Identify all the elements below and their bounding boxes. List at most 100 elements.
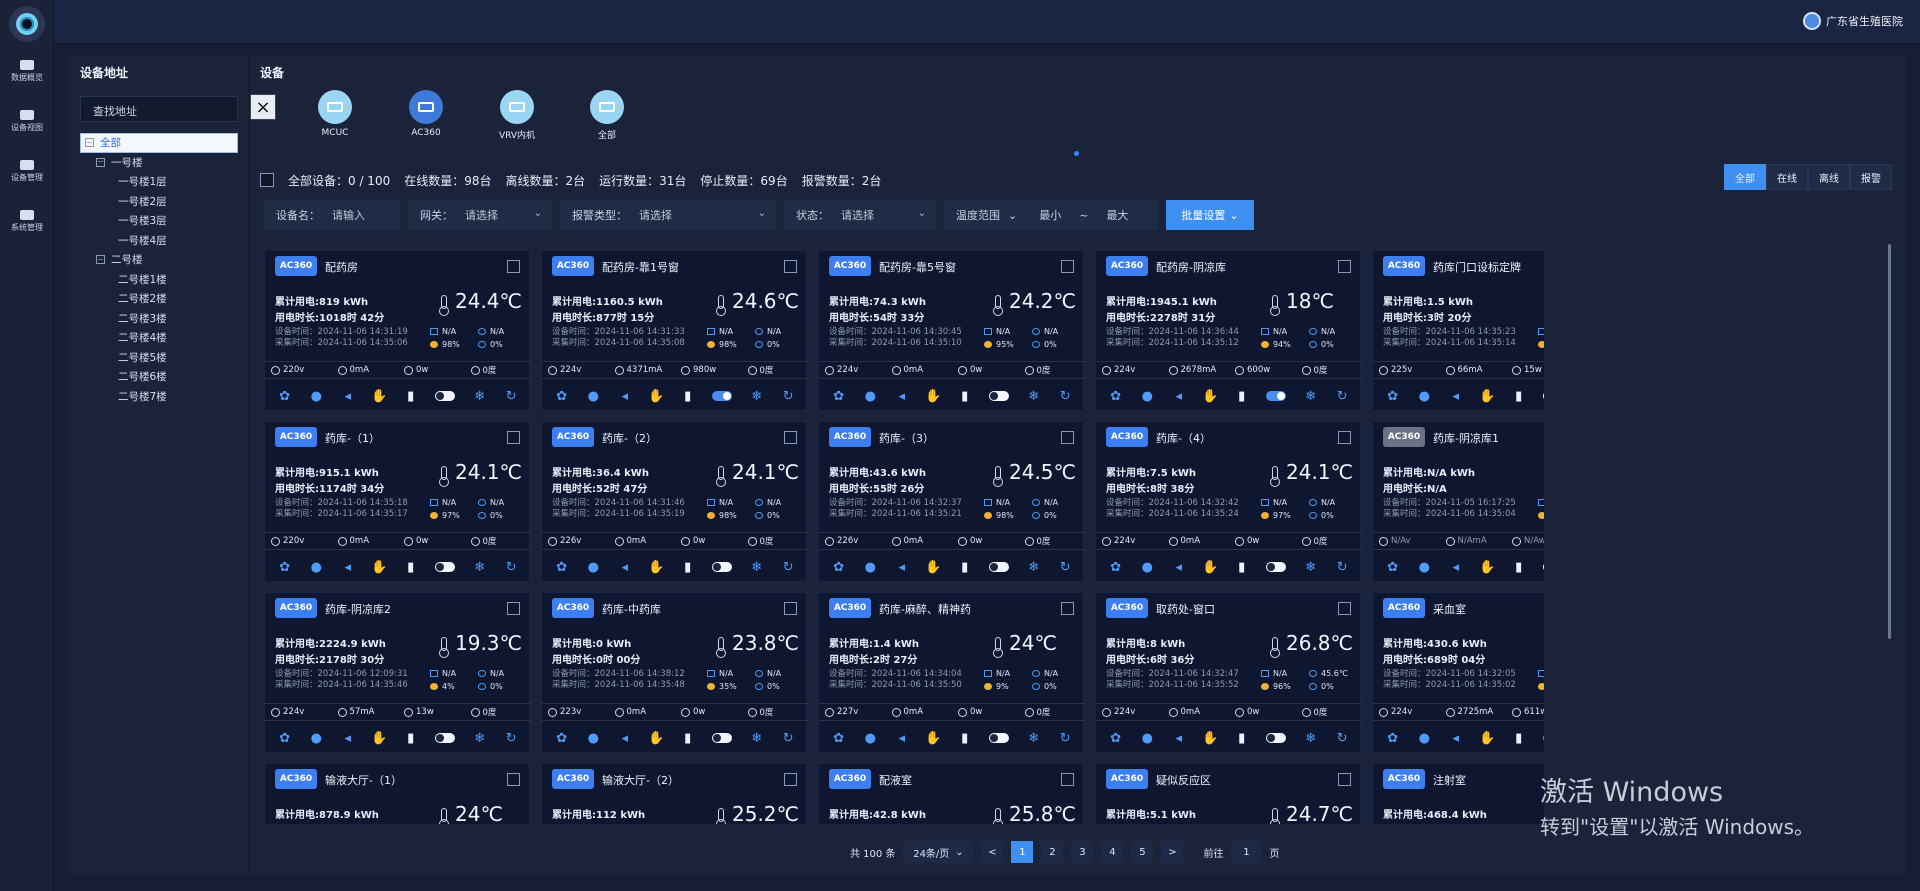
state-select[interactable]: 状态： 请选择 ⌄ [784,200,936,230]
power-toggle[interactable] [435,562,456,572]
nav-device-view[interactable]: 设备视图 [0,110,54,133]
page-3[interactable]: 3 [1071,841,1094,863]
person-icon[interactable]: ● [309,731,323,746]
fan-icon[interactable]: ✿ [278,560,292,575]
collapse-icon[interactable]: − [85,138,94,148]
batch-settings-button[interactable]: 批量设置 ⌄ [1166,200,1254,230]
address-search-input[interactable]: 查找地址 [80,96,238,122]
goto-page-input[interactable]: 1 [1231,841,1262,863]
snowflake-icon[interactable]: ❄ [750,560,764,575]
snowflake-icon[interactable]: ❄ [473,389,487,404]
refresh-icon[interactable]: ↻ [1058,731,1072,746]
battery-icon[interactable]: ▮ [404,731,418,746]
fan-icon[interactable]: ✿ [278,389,292,404]
device-card[interactable]: AC360 配药房-阴凉库 累计用电:1945.1 kWh 用电时长:2278时 31… [1095,250,1362,411]
fan-icon[interactable]: ✿ [555,389,569,404]
snowflake-icon[interactable]: ❄ [1304,731,1318,746]
temp-min-input[interactable]: 最小 [1039,207,1061,223]
fan-icon[interactable]: ✿ [1109,560,1123,575]
hand-icon[interactable]: ✋ [1202,389,1218,404]
fan-icon[interactable]: ✿ [832,389,846,404]
tree-node[interactable]: 一号楼3层 [80,211,238,231]
snowflake-icon[interactable]: ❄ [750,731,764,746]
fan-icon[interactable]: ✿ [555,560,569,575]
speaker-icon[interactable]: ◂ [618,389,632,404]
power-toggle[interactable] [712,391,733,401]
nav-system-manage[interactable]: 系统管理 [0,210,54,233]
tree-node[interactable]: 二号楼6楼 [80,367,238,387]
hand-icon[interactable]: ✋ [1479,389,1495,404]
refresh-icon[interactable]: ↻ [1335,731,1349,746]
tab-offline[interactable]: 离线 [1808,164,1850,190]
device-card[interactable]: AC360 药库-（1） 累计用电:915.1 kWh 用电时长:1174时 34分设… [264,421,531,582]
power-toggle[interactable] [1266,562,1287,572]
power-toggle[interactable] [435,733,456,743]
type-all[interactable]: 全部 [577,90,637,141]
speaker-icon[interactable]: ◂ [1172,731,1186,746]
hand-icon[interactable]: ✋ [925,389,941,404]
battery-icon[interactable]: ▮ [1512,389,1526,404]
fan-icon[interactable]: ✿ [1109,389,1123,404]
tree-node[interactable]: − 二号楼 [80,250,238,270]
speaker-icon[interactable]: ◂ [341,389,355,404]
tree-node[interactable]: 二号楼7楼 [80,387,238,407]
close-icon[interactable]: × [250,94,276,120]
gateway-select[interactable]: 网关： 请选择 ⌄ [408,200,552,230]
refresh-icon[interactable]: ↻ [781,731,795,746]
device-card[interactable]: AC360 药库-（3） 累计用电:43.6 kWh 用电时长:55时 26分 设备时间… [818,421,1085,582]
snowflake-icon[interactable]: ❄ [1304,560,1318,575]
hand-icon[interactable]: ✋ [925,560,941,575]
person-icon[interactable]: ● [863,731,877,746]
hand-icon[interactable]: ✋ [371,389,387,404]
speaker-icon[interactable]: ◂ [1172,560,1186,575]
device-card[interactable]: AC360 疑似反应区 累计用电:5.1 kWh 24.7℃ [1095,763,1361,824]
speaker-icon[interactable]: ◂ [1449,389,1463,404]
person-icon[interactable]: ● [1417,389,1431,404]
person-icon[interactable]: ● [863,560,877,575]
person-icon[interactable]: ● [586,389,600,404]
device-card[interactable]: AC360 配药房-靠1号窗 累计用电:1160.5 kWh 用电时长:877时 15… [541,250,808,411]
speaker-icon[interactable]: ◂ [618,560,632,575]
device-card[interactable]: AC360 药库-（2） 累计用电:36.4 kWh 用电时长:52时 47分 设备时间… [541,421,808,582]
card-checkbox[interactable] [507,260,520,273]
battery-icon[interactable]: ▮ [681,560,695,575]
device-card[interactable]: AC360 药库-阴凉库1 累计用电:N/A kWh 用电时长:N/A 设备时间：202… [1372,421,1544,582]
device-card[interactable]: AC360 配药房 累计用电:819 kWh 用电时长:1018时 42分 设备时间：2… [264,250,531,411]
power-toggle[interactable] [1266,391,1287,401]
hand-icon[interactable]: ✋ [371,560,387,575]
power-toggle[interactable] [712,733,733,743]
snowflake-icon[interactable]: ❄ [473,731,487,746]
person-icon[interactable]: ● [1140,389,1154,404]
card-checkbox[interactable] [784,602,797,615]
power-toggle[interactable] [1543,562,1544,572]
user-menu[interactable]: 广东省生殖医院 [1803,12,1903,30]
power-toggle[interactable] [1266,733,1287,743]
speaker-icon[interactable]: ◂ [1449,731,1463,746]
card-checkbox[interactable] [507,431,520,444]
battery-icon[interactable]: ▮ [681,731,695,746]
person-icon[interactable]: ● [1417,731,1431,746]
power-toggle[interactable] [989,733,1010,743]
battery-icon[interactable]: ▮ [958,731,972,746]
person-icon[interactable]: ● [309,389,323,404]
device-card[interactable]: AC360 药库-阴凉库2 累计用电:2224.9 kWh 用电时长:2178时 30… [264,592,531,753]
speaker-icon[interactable]: ◂ [341,731,355,746]
tree-node[interactable]: 二号楼5楼 [80,348,238,368]
card-checkbox[interactable] [1061,602,1074,615]
device-card[interactable]: AC360 取药处-窗口 累计用电:8 kWh 用电时长:6时 36分 设备时间：202… [1095,592,1362,753]
fan-icon[interactable]: ✿ [555,731,569,746]
snowflake-icon[interactable]: ❄ [473,560,487,575]
power-toggle[interactable] [1543,391,1544,401]
hand-icon[interactable]: ✋ [1479,731,1495,746]
tree-node[interactable]: 一号楼4层 [80,231,238,251]
card-checkbox[interactable] [1338,773,1351,786]
temp-max-input[interactable]: 最大 [1106,207,1128,223]
page-1[interactable]: 1 [1011,841,1034,863]
hand-icon[interactable]: ✋ [1202,731,1218,746]
battery-icon[interactable]: ▮ [1235,731,1249,746]
nav-data-overview[interactable]: 数据概览 [0,60,54,83]
type-mcuc[interactable]: MCUC [305,90,365,138]
device-card[interactable]: AC360 药库-麻醉、精神药 累计用电:1.4 kWh 用电时长:2时 27分 设备时… [818,592,1085,753]
fan-icon[interactable]: ✿ [1109,731,1123,746]
page-2[interactable]: 2 [1041,841,1064,863]
